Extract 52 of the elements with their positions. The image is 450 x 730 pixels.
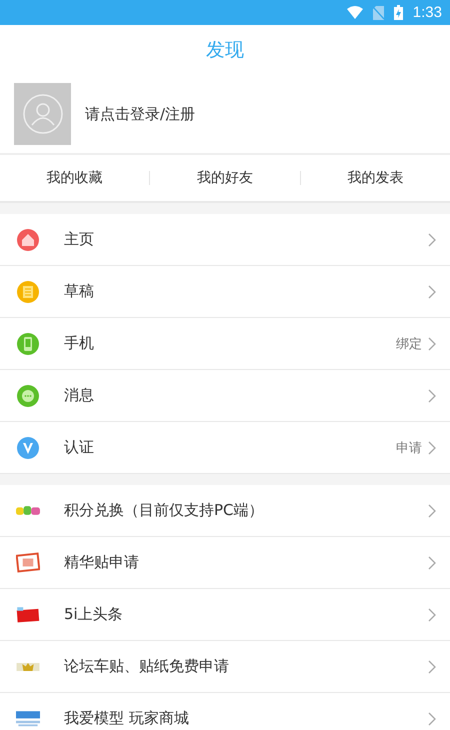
- profile-tab[interactable]: 我的好友: [150, 163, 300, 193]
- profile-tab[interactable]: 我的发表: [300, 163, 450, 193]
- headline-banner-icon: [16, 606, 40, 624]
- menu-detail: 绑定: [396, 336, 422, 352]
- menu-row[interactable]: 精华贴申请: [0, 537, 450, 589]
- menu-label: 精华贴申请: [64, 553, 140, 572]
- menu-row[interactable]: 我爱模型 玩家商城: [0, 693, 450, 730]
- menu-detail: 申请: [396, 440, 422, 456]
- menu-row[interactable]: 积分兑换（目前仅支持PC端）: [0, 485, 450, 537]
- wifi-icon: [346, 6, 363, 19]
- menu-label: 我爱模型 玩家商城: [64, 709, 190, 728]
- stamp-icon: [16, 552, 40, 573]
- menu-label: 认证: [64, 438, 95, 457]
- menu-label: 5i上头条: [64, 605, 124, 624]
- chevron-right-icon: [428, 608, 436, 622]
- menu-label: 消息: [64, 386, 95, 405]
- menu-label: 论坛车贴、贴纸免费申请: [64, 657, 230, 676]
- menu-label: 积分兑换（目前仅支持PC端）: [64, 501, 265, 520]
- clock-time: 1:33: [412, 4, 442, 21]
- menu-label: 主页: [64, 230, 95, 249]
- page-title: 发现: [206, 38, 244, 63]
- chevron-right-icon: [428, 712, 436, 726]
- no-sim-icon: [372, 6, 384, 20]
- verified-icon: [16, 436, 40, 460]
- chevron-right-icon: [428, 504, 436, 518]
- home-icon: [16, 228, 40, 252]
- crown-icon: [16, 662, 40, 670]
- chevron-right-icon: [428, 388, 436, 402]
- phone-icon: [16, 332, 40, 356]
- chevron-right-icon: [428, 284, 436, 298]
- chevron-right-icon: [428, 336, 436, 350]
- shop-logo-icon: [16, 710, 40, 726]
- note-icon: [16, 280, 40, 304]
- menu-row[interactable]: 消息: [0, 370, 450, 422]
- profile-tab[interactable]: 我的收藏: [0, 163, 150, 193]
- menu-row[interactable]: 论坛车贴、贴纸免费申请: [0, 641, 450, 693]
- battery-icon: [394, 5, 403, 20]
- menu-row[interactable]: 5i上头条: [0, 589, 450, 641]
- chevron-right-icon: [428, 660, 436, 674]
- chat-icon: [16, 384, 40, 408]
- chevron-right-icon: [428, 440, 436, 454]
- chevron-right-icon: [428, 232, 436, 246]
- login-link[interactable]: 请点击登录/注册: [85, 104, 196, 124]
- menu-row[interactable]: 主页: [0, 214, 450, 266]
- avatar-placeholder[interactable]: [14, 83, 71, 145]
- person-icon: [22, 94, 62, 134]
- colorful-logo-icon: [16, 506, 40, 515]
- menu-row[interactable]: 草稿: [0, 266, 450, 318]
- chevron-right-icon: [428, 556, 436, 570]
- menu-row[interactable]: 手机 绑定: [0, 318, 450, 370]
- menu-label: 手机: [64, 334, 95, 353]
- menu-label: 草稿: [64, 282, 95, 301]
